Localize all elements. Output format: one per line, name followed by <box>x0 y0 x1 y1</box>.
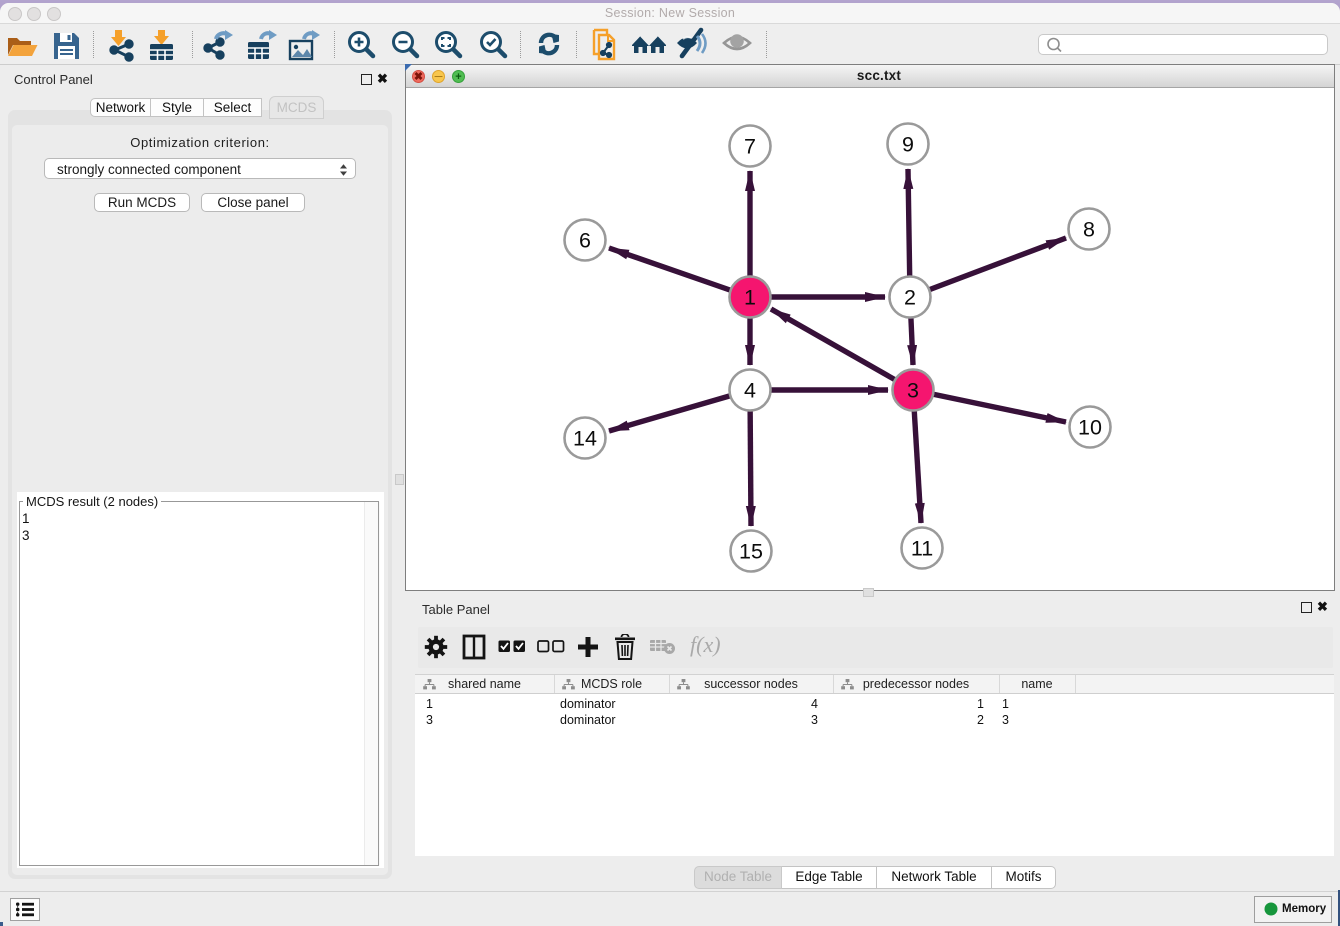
svg-text:4: 4 <box>744 379 756 403</box>
svg-text:8: 8 <box>1083 218 1095 242</box>
svg-text:10: 10 <box>1078 416 1102 440</box>
svg-text:6: 6 <box>579 229 591 253</box>
svg-text:14: 14 <box>573 427 597 451</box>
svg-text:15: 15 <box>739 540 763 564</box>
svg-text:2: 2 <box>904 286 916 310</box>
svg-text:7: 7 <box>744 135 756 159</box>
svg-text:1: 1 <box>744 286 756 310</box>
svg-text:11: 11 <box>911 537 933 561</box>
svg-text:9: 9 <box>902 133 914 157</box>
svg-text:3: 3 <box>907 379 919 403</box>
